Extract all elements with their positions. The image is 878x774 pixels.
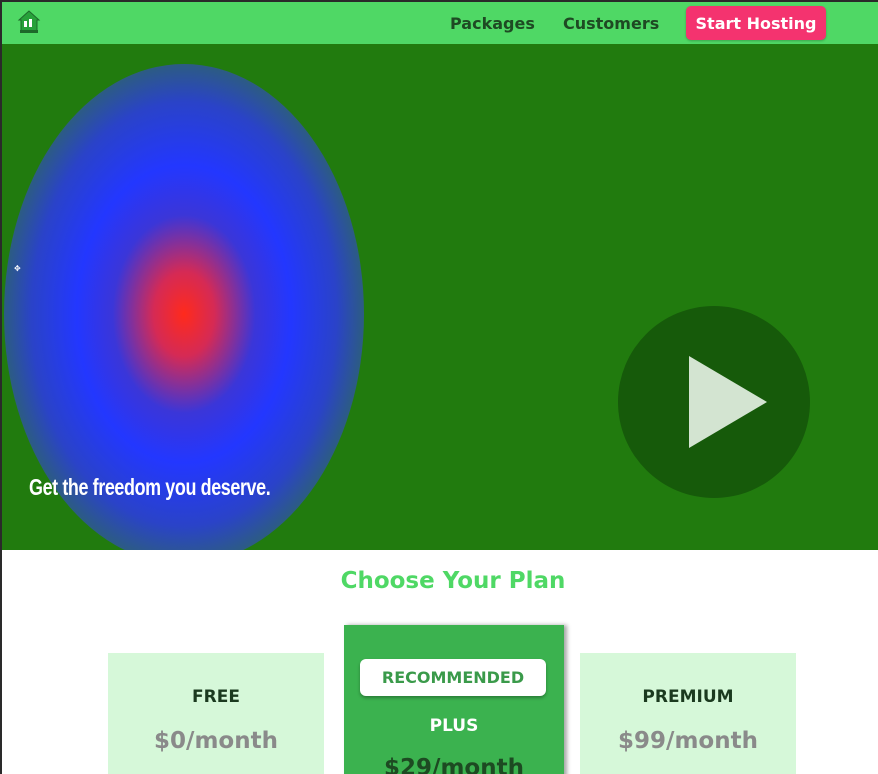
nav-customers[interactable]: Customers — [563, 14, 659, 33]
plan-name: FREE — [192, 687, 240, 707]
recommended-badge: RECOMMENDED — [360, 659, 546, 696]
play-icon — [689, 356, 767, 448]
plan-name: PREMIUM — [642, 687, 734, 707]
plan-card-premium[interactable]: PREMIUM $99/month — [580, 653, 796, 774]
house-logo-icon[interactable] — [16, 9, 42, 35]
nav-packages[interactable]: Packages — [450, 14, 535, 33]
plan-price: $29/month — [384, 755, 524, 774]
plan-price: $0/month — [154, 728, 278, 754]
cursor-marker-icon: ✥ — [14, 264, 21, 273]
plan-card-plus[interactable]: RECOMMENDED PLUS $29/month — [344, 625, 564, 774]
hero-tagline: Get the freedom you deserve. — [29, 474, 271, 500]
plan-price: $99/month — [618, 728, 758, 754]
plan-card-free[interactable]: FREE $0/month — [108, 653, 324, 774]
site-header: Packages Customers Start Hosting — [2, 2, 878, 44]
hero-section: ✥ Get the freedom you deserve. — [2, 44, 878, 550]
start-hosting-button[interactable]: Start Hosting — [686, 6, 826, 40]
play-video-button[interactable] — [618, 306, 810, 498]
plan-name: PLUS — [429, 716, 479, 736]
plans-heading: Choose Your Plan — [340, 568, 566, 594]
